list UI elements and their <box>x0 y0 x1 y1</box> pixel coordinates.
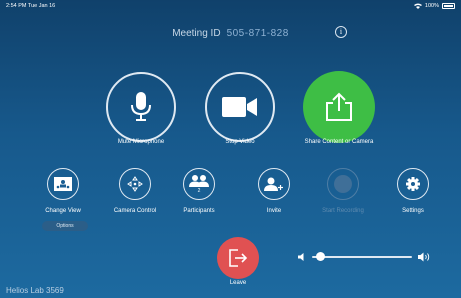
meeting-id-label: Meeting ID <box>172 27 221 39</box>
leave-label: Leave <box>229 280 247 286</box>
status-time: 2:54 PM <box>6 3 27 9</box>
meeting-id-value: 505-871-828 <box>226 27 289 39</box>
gear-icon <box>406 177 420 191</box>
mute-microphone-label: Mute Microphone <box>117 139 165 145</box>
change-view-label: Change View <box>45 208 81 214</box>
volume-high-icon <box>418 252 430 262</box>
battery-icon <box>442 3 455 9</box>
meeting-info: Meeting ID 505-871-828 <box>0 26 461 40</box>
camera-control-button[interactable] <box>119 168 151 200</box>
wifi-icon <box>413 3 422 9</box>
invite-label: Invite <box>266 208 282 214</box>
stop-video-button[interactable] <box>205 72 275 142</box>
options-button[interactable]: Options <box>42 221 88 231</box>
start-recording-label: Start Recording <box>322 208 364 214</box>
leave-button[interactable] <box>217 237 259 279</box>
camera-control-label: Camera Control <box>113 208 157 214</box>
microphone-icon <box>131 92 151 121</box>
settings-button[interactable] <box>397 168 429 200</box>
mute-microphone-button[interactable] <box>106 72 176 142</box>
status-bar: 2:54 PM Tue Jan 16 100% <box>0 0 461 12</box>
record-icon <box>334 175 352 193</box>
share-content-button[interactable] <box>303 71 375 143</box>
share-icon <box>326 92 352 121</box>
battery-percent: 100% <box>424 3 439 9</box>
video-camera-icon <box>222 97 257 117</box>
stop-video-label: Stop Video <box>225 139 255 145</box>
participants-button[interactable]: 2 <box>183 168 215 200</box>
leave-icon <box>229 249 248 267</box>
start-recording-button[interactable] <box>327 168 359 200</box>
room-name: Helios Lab 3569 <box>6 286 64 295</box>
volume-track[interactable] <box>312 256 412 258</box>
participants-count: 2 <box>197 187 201 194</box>
volume-low-icon <box>298 253 304 261</box>
participants-label: Participants <box>183 208 215 214</box>
invite-button[interactable] <box>258 168 290 200</box>
info-icon[interactable]: i <box>335 26 347 38</box>
volume-slider[interactable] <box>298 251 433 263</box>
change-view-button[interactable] <box>47 168 79 200</box>
settings-label: Settings <box>402 208 424 214</box>
invite-icon <box>264 177 283 191</box>
status-left: 2:54 PM Tue Jan 16 <box>6 3 55 9</box>
share-content-label: Share Content or Camera <box>304 139 374 145</box>
volume-knob[interactable] <box>316 252 325 261</box>
gallery-view-icon <box>54 177 72 191</box>
camera-control-icon <box>127 176 143 192</box>
status-date: Tue Jan 16 <box>27 3 56 9</box>
status-right: 100% <box>413 3 455 9</box>
participants-icon <box>189 174 209 187</box>
